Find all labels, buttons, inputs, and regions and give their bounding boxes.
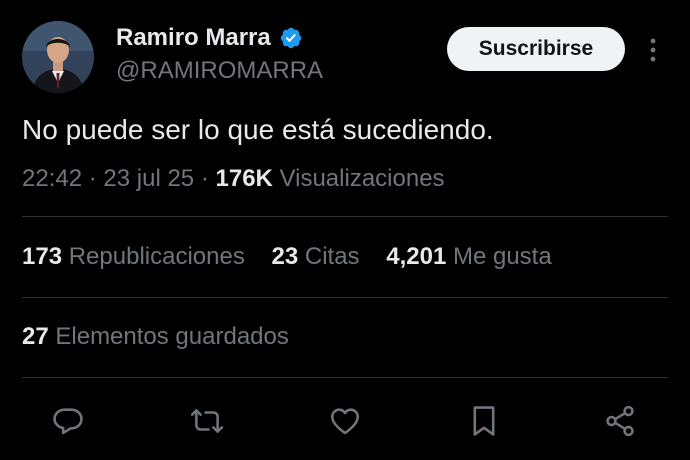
engagement-stats: 173 Republicaciones 23 Citas 4,201 Me gu… <box>22 243 572 271</box>
reply-button[interactable] <box>48 401 88 441</box>
divider <box>22 216 668 217</box>
views-count: 176K <box>215 165 273 192</box>
bookmarks-label: Elementos guardados <box>55 323 289 350</box>
verified-badge-icon <box>280 27 301 49</box>
quotes-count: 23 <box>271 243 299 270</box>
likes-stat[interactable]: 4,201 Me gusta <box>386 243 551 270</box>
author-handle[interactable]: @RAMIROMARRA <box>116 57 323 85</box>
like-icon <box>330 408 360 435</box>
bookmark-icon <box>473 406 495 436</box>
tweet-text: No puede ser lo que está sucediendo. <box>22 114 494 145</box>
author-name[interactable]: Ramiro Marra <box>116 24 271 52</box>
bookmark-button[interactable] <box>464 401 504 441</box>
repost-icon <box>190 409 224 433</box>
meta-separator: · <box>200 165 209 192</box>
likes-count: 4,201 <box>386 243 447 270</box>
share-button[interactable] <box>600 401 640 441</box>
views-label: Visualizaciones <box>279 165 445 192</box>
tweet-date[interactable]: 23 jul 25 <box>103 165 194 192</box>
like-button[interactable] <box>325 401 365 441</box>
repost-button[interactable] <box>187 401 227 441</box>
reply-icon <box>53 408 83 435</box>
likes-label: Me gusta <box>452 243 552 270</box>
bookmarks-stat[interactable]: 27 Elementos guardados <box>22 323 289 351</box>
tweet-meta: 22:42 · 23 jul 25 · 176K Visualizaciones <box>22 165 445 193</box>
divider <box>22 377 668 378</box>
reposts-label: Republicaciones <box>68 243 245 270</box>
tweet-time[interactable]: 22:42 <box>22 165 82 192</box>
quotes-label: Citas <box>304 243 360 270</box>
subscribe-button[interactable]: Suscribirse <box>447 27 625 71</box>
more-options-icon[interactable] <box>645 36 661 64</box>
avatar[interactable] <box>22 21 94 93</box>
reposts-stat[interactable]: 173 Republicaciones <box>22 243 245 270</box>
author-row: Ramiro Marra <box>116 24 303 52</box>
avatar-image <box>22 21 94 93</box>
share-icon <box>606 405 634 437</box>
meta-separator: · <box>88 165 97 192</box>
bookmarks-count: 27 <box>22 323 49 350</box>
reposts-count: 173 <box>22 243 63 270</box>
divider <box>22 297 668 298</box>
quotes-stat[interactable]: 23 Citas <box>272 243 360 270</box>
